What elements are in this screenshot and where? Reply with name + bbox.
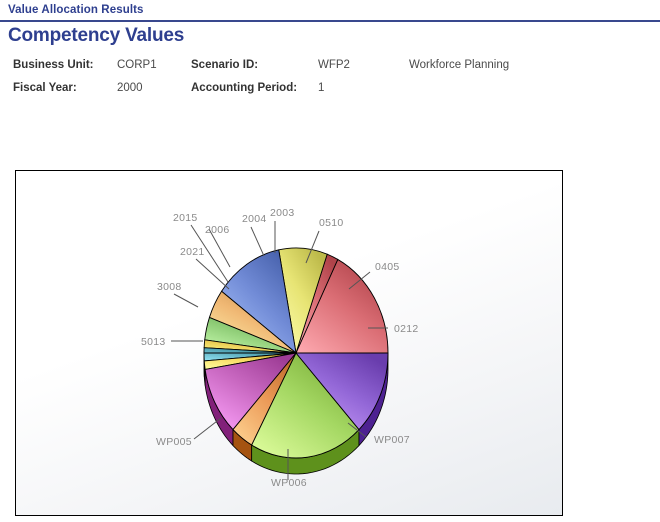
pie-chart-frame: WP007 0212 0405 0510 2003 2004 2006 2015 2021 300…: [15, 170, 563, 516]
pie-label-2004: 2004: [242, 213, 267, 225]
scenario-description-value: Workforce Planning: [409, 59, 510, 71]
criteria-row: Fiscal Year: 2000 Accounting Period: 1: [13, 82, 660, 105]
scenario-id-value: WFP2: [318, 59, 350, 71]
leader-line-2021: [195, 258, 230, 290]
pie-label-WP007: WP007: [374, 434, 410, 446]
page-title: Competency Values: [8, 25, 185, 46]
pie-label-0405: 0405: [375, 261, 400, 273]
page-header: Value Allocation Results Competency Valu…: [0, 0, 660, 47]
business-unit-label: Business Unit:: [13, 59, 94, 71]
pie-label-2006: 2006: [205, 224, 230, 236]
breadcrumb: Value Allocation Results: [8, 4, 144, 16]
leader-line-WP005: [193, 417, 222, 440]
pie-label-0510: 0510: [319, 217, 344, 229]
pie-label-5013: 5013: [141, 336, 166, 348]
criteria-row: Business Unit: CORP1 Scenario ID: WFP2 W…: [13, 59, 660, 82]
pie-label-2021: 2021: [180, 246, 205, 258]
pie-label-0212: 0212: [394, 323, 419, 335]
scenario-id-label: Scenario ID:: [191, 59, 259, 71]
criteria-panel: Business Unit: CORP1 Scenario ID: WFP2 W…: [0, 59, 660, 105]
competency-values-pie-chart: WP007 0212 0405 0510 20032004 2006 2015 2021 300…: [141, 207, 419, 489]
pie-label-2015: 2015: [173, 212, 198, 224]
pie-label-2003: 2003: [270, 207, 295, 219]
leader-line-2004: [250, 226, 265, 257]
pie-label-WP006: WP006: [271, 477, 307, 489]
accounting-period-value: 1: [318, 82, 325, 94]
business-unit-value: CORP1: [117, 59, 157, 71]
pie-label-WP005: WP005: [156, 436, 192, 448]
leader-line-3008: [173, 293, 199, 308]
fiscal-year-label: Fiscal Year:: [13, 82, 77, 94]
fiscal-year-value: 2000: [117, 82, 143, 94]
pie-label-3008: 3008: [157, 281, 182, 293]
accounting-period-label: Accounting Period:: [191, 82, 298, 94]
